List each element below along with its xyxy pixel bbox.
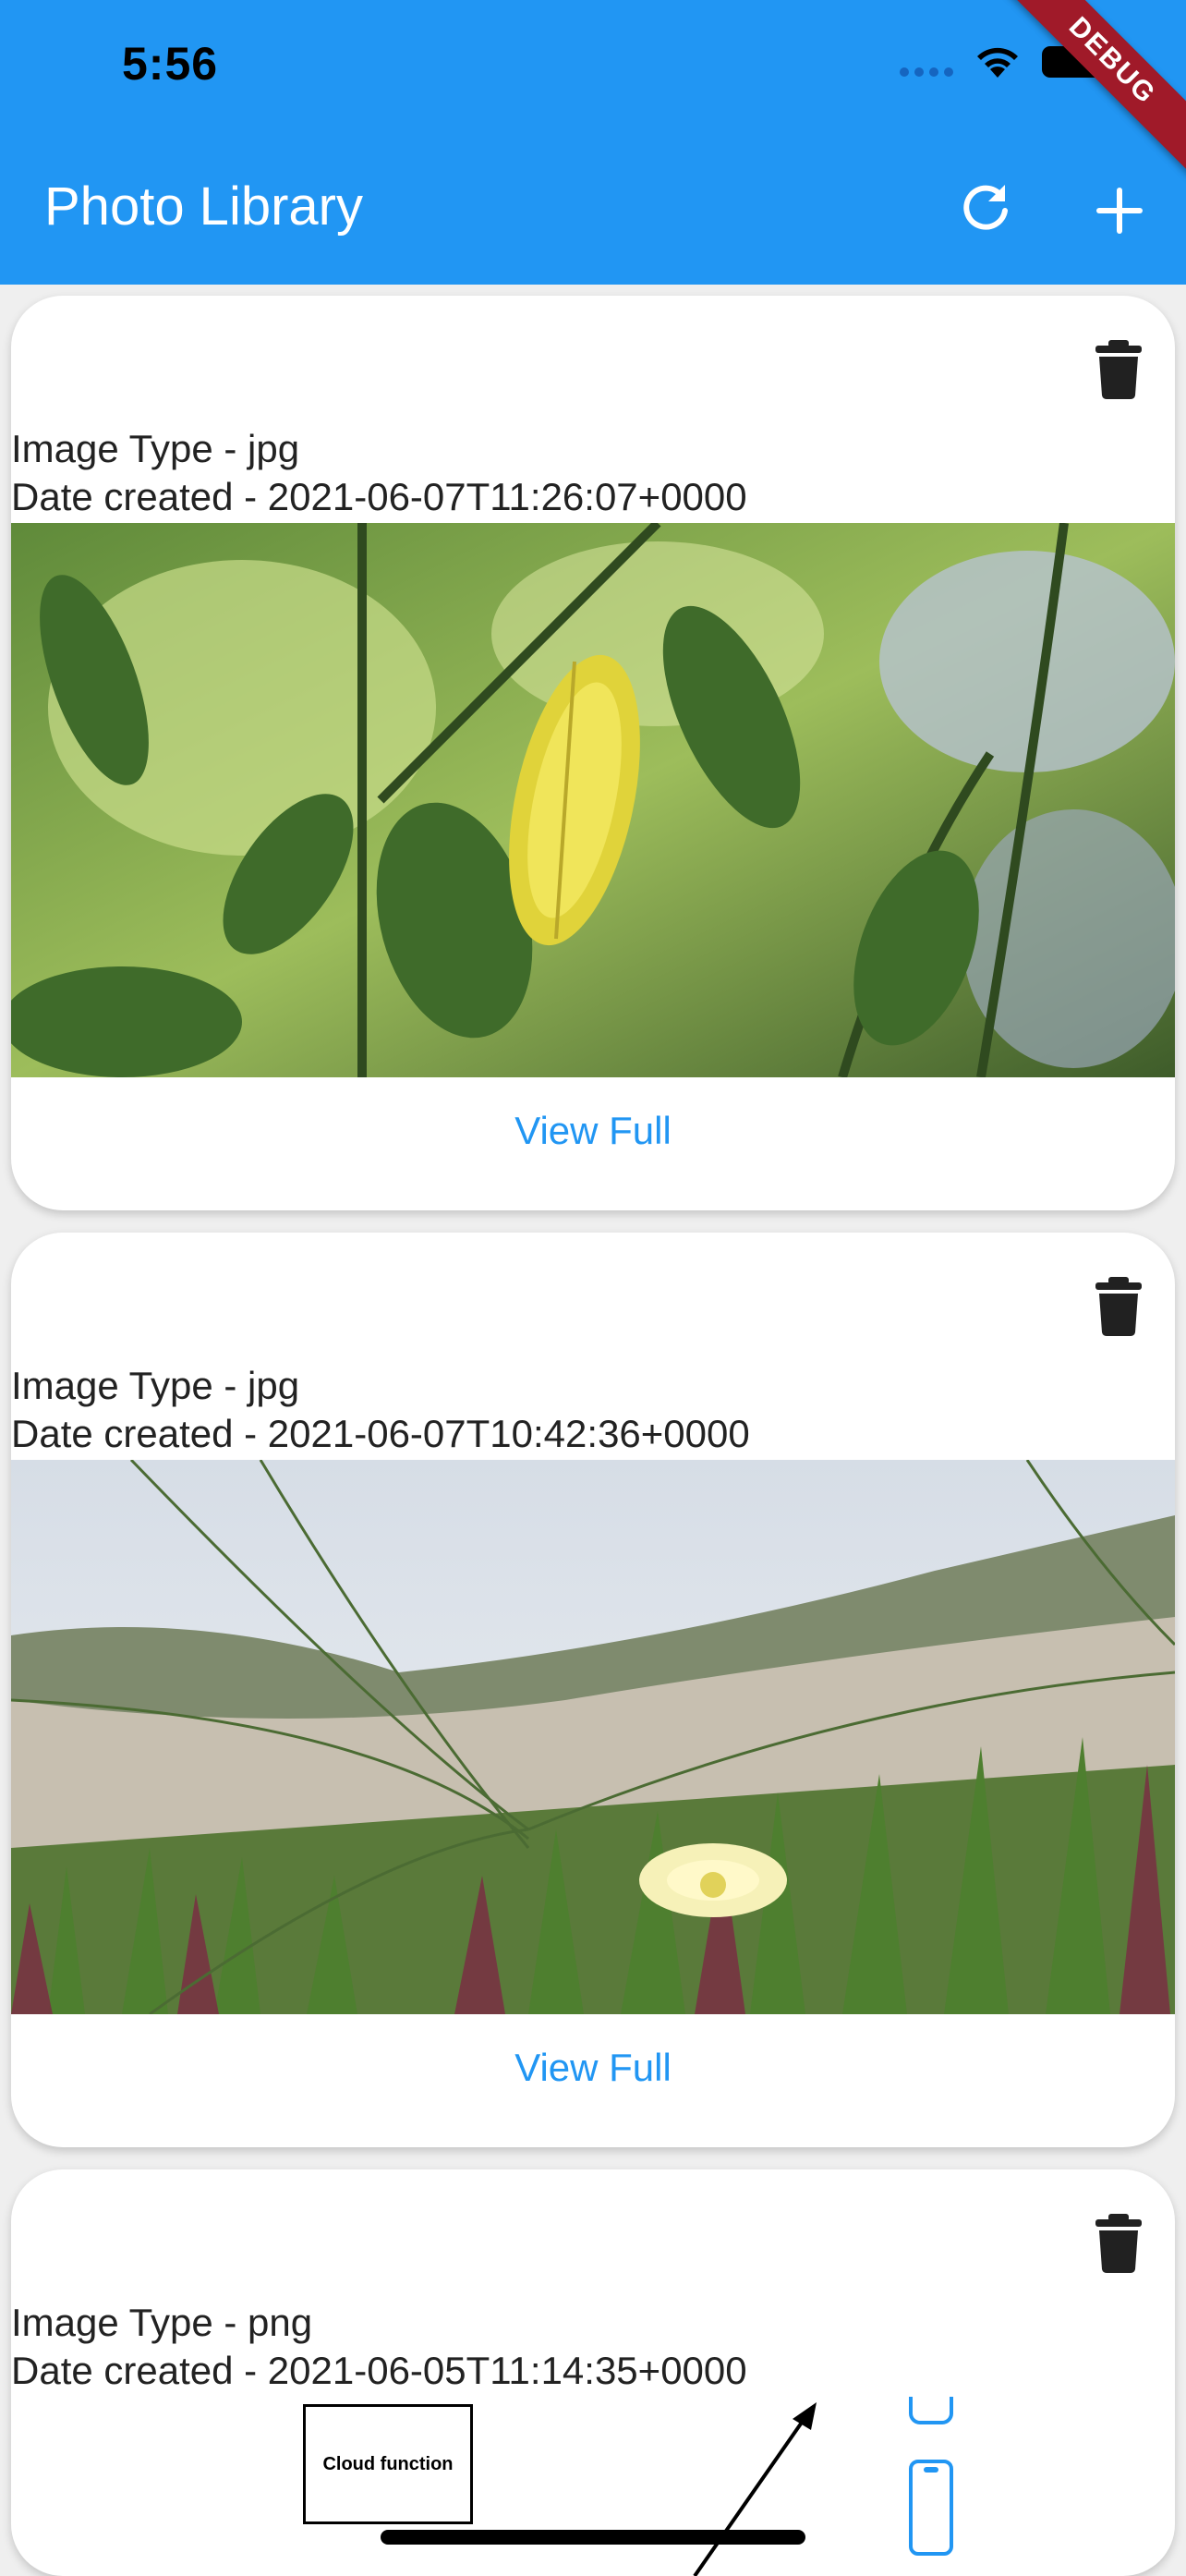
photo-meta: Image Type - png Date created - 2021-06-… [11,2299,747,2395]
trash-icon [1095,340,1142,399]
date-created-label: Date created - 2021-06-07T11:26:07+0000 [11,475,747,518]
photo-card: Image Type - jpg Date created - 2021-06-… [11,296,1175,1210]
add-icon [1096,188,1143,234]
photo-image[interactable] [11,523,1175,1077]
phone-icon [909,2397,953,2424]
photo-image[interactable]: Cloud function [11,2397,1175,2576]
wifi-icon [977,47,1018,78]
trash-icon [1095,2214,1142,2273]
diagram-arrow [693,2402,817,2576]
image-type-label: Image Type - jpg [11,427,300,470]
delete-button[interactable] [1086,336,1151,401]
debug-banner: DEBUG [997,0,1186,176]
photo-meta: Image Type - jpg Date created - 2021-06-… [11,1362,750,1458]
view-full-button[interactable]: View Full [11,2046,1175,2090]
app-bar: 5:56 DEBUG Photo Library [0,0,1186,285]
page-title: Photo Library [44,176,363,237]
photo-image[interactable] [11,1460,1175,2014]
photo-card: Image Type - jpg Date created - 2021-06-… [11,1233,1175,2147]
trash-icon [1095,1277,1142,1336]
photo-meta: Image Type - jpg Date created - 2021-06-… [11,425,747,521]
cellular-signal-icon [900,67,953,77]
delete-button[interactable] [1086,2210,1151,2275]
home-indicator [381,2530,805,2545]
delete-button[interactable] [1086,1273,1151,1338]
status-time: 5:56 [122,38,219,90]
view-full-button[interactable]: View Full [11,1109,1175,1153]
add-button[interactable] [1090,181,1149,240]
phone-icon [909,2460,953,2556]
photo-card: Image Type - png Date created - 2021-06-… [11,2169,1175,2576]
date-created-label: Date created - 2021-06-07T10:42:36+0000 [11,1412,750,1455]
image-type-label: Image Type - png [11,2301,313,2344]
image-type-label: Image Type - jpg [11,1364,300,1407]
date-created-label: Date created - 2021-06-05T11:14:35+0000 [11,2349,747,2392]
refresh-button[interactable] [959,181,1014,237]
